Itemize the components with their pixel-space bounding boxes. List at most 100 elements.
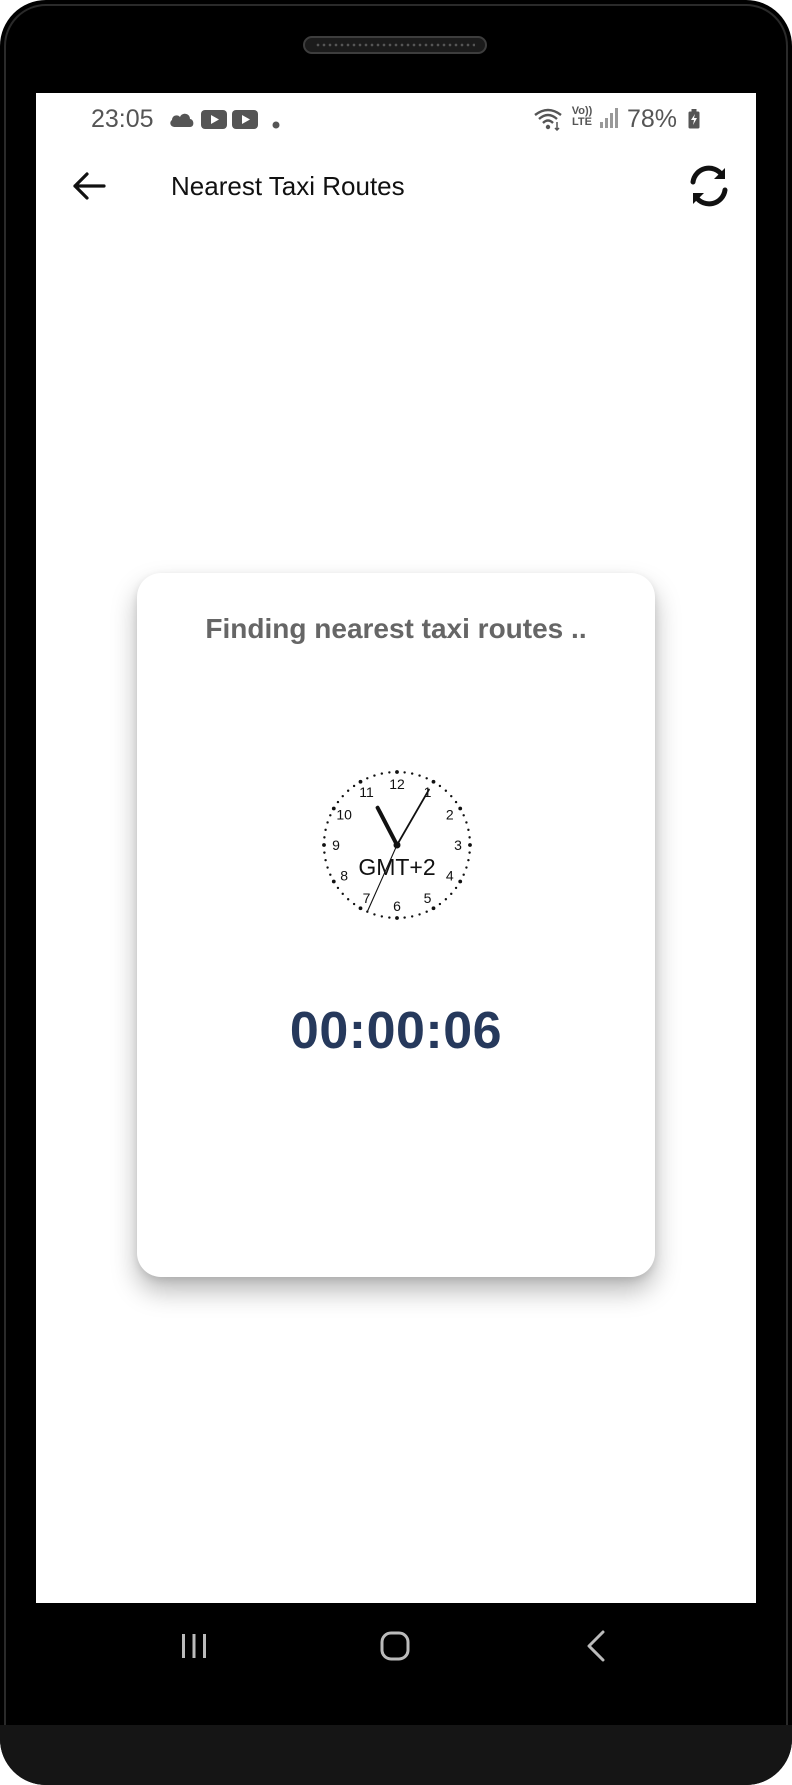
clock-number: 6 [393,898,401,914]
analog-clock: 121234567891011 GMT+2 [320,768,474,922]
clock-tick [403,916,406,919]
phone-frame: 23:05 Vo)) LTE 78% Nearest Taxi Routes F… [0,0,792,1785]
clock-tick [467,828,470,832]
clock-tick [324,828,327,832]
clock-tick [444,898,448,901]
status-bar: 23:05 Vo)) LTE 78% [36,93,756,143]
clock-tick [329,873,332,876]
cloud-icon [169,111,195,132]
clock-tick [352,784,356,788]
clock-timezone-label: GMT+2 [358,854,435,880]
recent-apps-icon [179,1631,209,1666]
battery-level: 78% [627,105,678,133]
wifi-icon [533,107,563,136]
system-nav-bar [0,1603,792,1693]
clock-tick [410,772,414,775]
back-button[interactable] [66,165,112,211]
speaker-grille [315,43,475,47]
clock-tick [341,892,344,896]
clock-tick [431,779,436,784]
clock-tick [462,873,465,876]
clock-center-pin [393,841,401,849]
arrow-left-icon [72,171,106,206]
clock-tick [331,879,336,884]
clock-tick [395,770,399,774]
clock-tick [323,851,326,854]
clock-tick [468,851,471,854]
clock-tick [462,814,465,817]
clock-tick [346,789,350,792]
battery-charging-icon [688,109,700,134]
clock-tick [465,866,468,869]
clock-tick [388,916,391,919]
clock-tick [373,774,376,777]
clock-tick [418,774,421,777]
clock-minute-hand [396,788,430,846]
clock-tick [438,902,442,906]
refresh-icon [687,164,731,213]
clock-number: 7 [363,890,371,906]
loading-card: Finding nearest taxi routes .. 121234567… [137,573,655,1277]
clock-tick [458,879,463,884]
earpiece-speaker [303,36,487,54]
clock-tick [326,866,329,869]
nav-back-button[interactable] [566,1623,626,1673]
clock-tick [458,806,463,811]
youtube-icon [232,110,258,134]
clock-number: 10 [336,807,352,823]
app-bar: Nearest Taxi Routes [36,153,756,223]
clock-tick [322,843,326,847]
clock-tick [454,886,458,890]
clock-tick [425,910,428,913]
clock-tick [323,836,326,839]
home-button[interactable] [365,1623,425,1673]
screen: 23:05 Vo)) LTE 78% Nearest Taxi Routes F… [36,93,756,1603]
clock-number: 12 [389,776,405,792]
clock-tick [352,902,356,906]
clock-tick [395,916,399,920]
clock-tick [358,779,363,784]
recent-apps-button[interactable] [164,1623,224,1673]
signal-icon [599,107,619,134]
clock-tick [366,777,369,780]
clock-tick [418,913,421,916]
elapsed-timer: 00:00:06 [289,1002,503,1060]
clock-tick [329,814,332,817]
clock-tick [373,913,376,916]
phone-chin [0,1725,792,1785]
clock-tick [465,821,468,824]
clock-tick [380,772,384,775]
clock-tick [454,800,458,804]
clock-tick [468,836,471,839]
clock-tick [410,915,414,918]
clock-tick [358,906,363,911]
clock-tick [336,886,340,890]
clock-tick [388,771,391,774]
clock-tick [346,898,350,901]
clock-tick [431,906,436,911]
clock-tick [450,892,453,896]
dot-icon [272,116,280,134]
clock-tick [326,821,329,824]
loading-message: Finding nearest taxi routes .. [205,613,587,644]
clock-tick [438,784,442,788]
clock-tick [403,771,406,774]
status-time: 23:05 [91,105,154,133]
page-title: Nearest Taxi Routes [171,171,405,201]
clock-number: 4 [446,868,454,884]
clock-hour-hand [375,805,399,847]
clock-number: 5 [424,890,432,906]
clock-tick [341,794,344,798]
clock-tick [324,858,327,862]
clock-number: 11 [359,784,374,800]
refresh-button[interactable] [684,163,734,213]
clock-number: 9 [332,837,340,853]
clock-tick [331,806,336,811]
clock-tick [444,789,448,792]
clock-tick [468,843,472,847]
clock-tick [467,858,470,862]
home-icon [379,1630,411,1667]
youtube-icon [201,110,227,134]
clock-number: 8 [340,868,348,884]
clock-number: 3 [454,837,462,853]
